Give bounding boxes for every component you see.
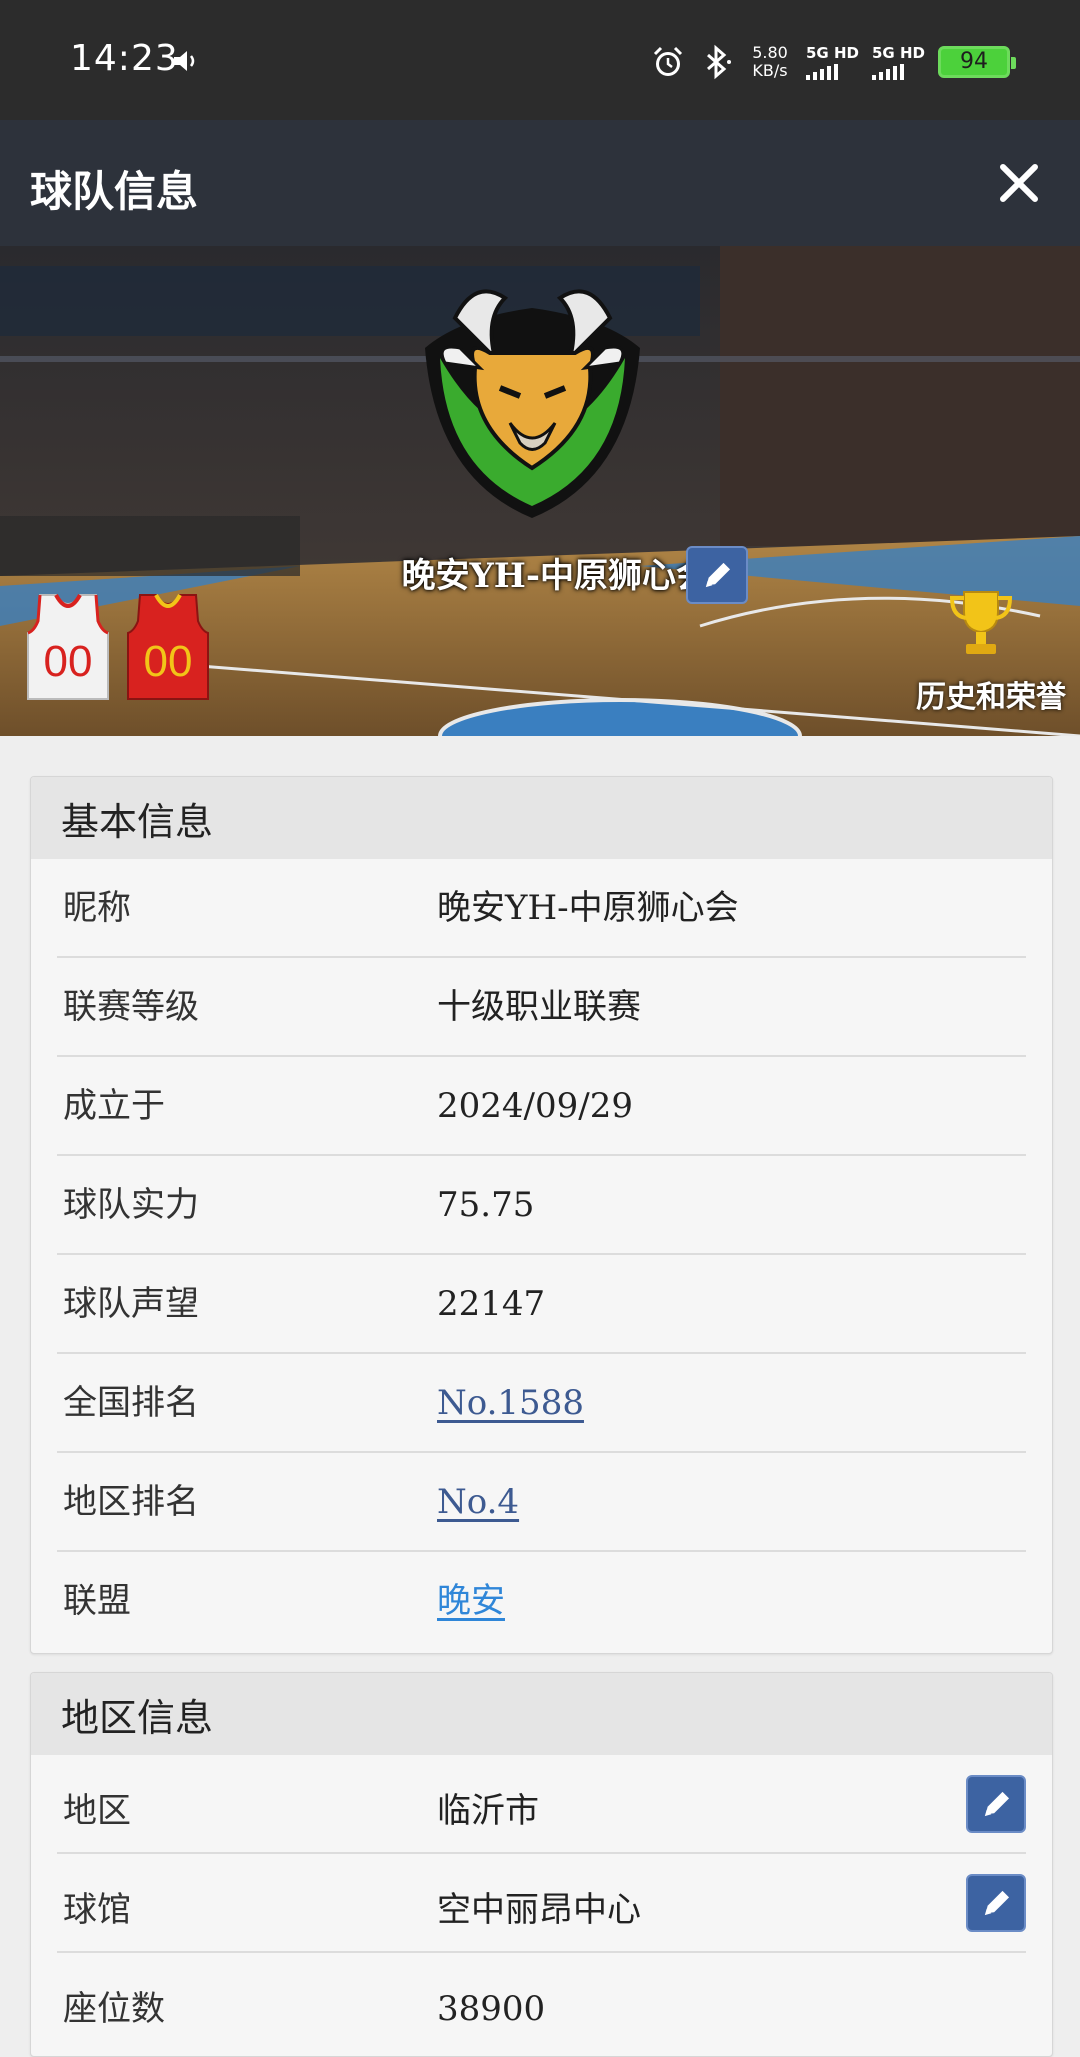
info-row-founded: 成立于 2024/09/29: [57, 1057, 1026, 1156]
edit-region-button[interactable]: [966, 1775, 1026, 1833]
info-row-seats: 座位数 38900: [57, 1953, 1026, 2052]
edit-arena-button[interactable]: [966, 1874, 1026, 1932]
row-label: 球队声望: [63, 1284, 199, 1324]
team-logo: [425, 289, 640, 518]
info-row-league-level: 联赛等级 十级职业联赛: [57, 958, 1026, 1057]
national-rank-link[interactable]: No.1588: [437, 1354, 584, 1452]
basic-info-section: 基本信息 昵称 晚安YH-中原狮心会 联赛等级 十级职业联赛 成立于 2024/…: [30, 776, 1053, 1654]
row-label: 地区: [63, 1791, 131, 1831]
signal-bars-icon: [806, 64, 838, 80]
trophy-icon[interactable]: [944, 586, 1018, 660]
row-label: 球馆: [63, 1890, 131, 1930]
row-label: 联盟: [63, 1581, 131, 1621]
pencil-icon: [984, 1890, 1010, 1916]
info-row-national-rank: 全国排名 No.1588: [57, 1354, 1026, 1453]
section-title: 地区信息: [31, 1673, 1052, 1755]
signal-bars-icon: [872, 64, 904, 80]
away-jersey-number: 00: [144, 637, 193, 686]
home-jersey-number: 00: [44, 637, 93, 686]
signal-sim2: 5G HD: [872, 44, 926, 80]
regional-rank-link[interactable]: No.4: [437, 1453, 519, 1551]
speaker-icon: [174, 51, 195, 71]
row-value: 临沂市: [437, 1791, 539, 1831]
region-info-section: 地区信息 地区 临沂市 球馆 空中丽昂中心 座位数 38900: [30, 1672, 1053, 2057]
status-time: 14:23: [70, 38, 179, 79]
info-row-strength: 球队实力 75.75: [57, 1156, 1026, 1255]
info-row-regional-rank: 地区排名 No.4: [57, 1453, 1026, 1552]
info-row-arena: 球馆 空中丽昂中心: [57, 1854, 1026, 1953]
row-value: 晚安YH-中原狮心会: [437, 888, 739, 928]
row-label: 座位数: [63, 1989, 165, 2029]
page-title: 球队信息: [30, 167, 199, 216]
alarm-icon: [653, 46, 683, 76]
status-bar: 14:23 5.80 KB/s 5G HD 5G HD 94: [0, 0, 1080, 120]
row-value: 75.75: [437, 1185, 535, 1225]
info-row-reputation: 球队声望 22147: [57, 1255, 1026, 1354]
row-label: 全国排名: [63, 1383, 199, 1423]
bluetooth-icon: [707, 44, 731, 80]
battery-indicator: 94: [938, 46, 1016, 78]
home-jersey-icon[interactable]: 00: [22, 591, 114, 701]
row-value: 十级职业联赛: [437, 987, 641, 1027]
row-label: 地区排名: [63, 1482, 199, 1522]
history-honor-link[interactable]: 历史和荣誉: [916, 672, 1066, 716]
info-row-region: 地区 临沂市: [57, 1755, 1026, 1854]
header-bar: 球队信息: [0, 120, 1080, 246]
row-value: 空中丽昂中心: [437, 1890, 641, 1930]
away-jersey-icon[interactable]: 00: [122, 591, 214, 701]
info-row-alliance: 联盟 晚安: [57, 1552, 1026, 1651]
info-row-nickname: 昵称 晚安YH-中原狮心会: [57, 859, 1026, 958]
row-label: 球队实力: [63, 1185, 199, 1225]
pencil-icon: [705, 562, 731, 588]
row-value: 22147: [437, 1284, 546, 1324]
close-icon[interactable]: [996, 160, 1042, 206]
status-icons: 5.80 KB/s 5G HD 5G HD 94: [650, 40, 1016, 84]
row-label: 联赛等级: [63, 987, 199, 1027]
row-label: 昵称: [63, 888, 131, 928]
alliance-link[interactable]: 晚安: [437, 1552, 505, 1650]
row-label: 成立于: [63, 1086, 165, 1126]
row-value: 38900: [437, 1989, 546, 2029]
team-banner: 晚安YH-中原狮心会 00 00 历史和荣誉: [0, 246, 1080, 736]
edit-team-name-button[interactable]: [686, 546, 748, 604]
pencil-icon: [984, 1791, 1010, 1817]
section-title: 基本信息: [31, 777, 1052, 859]
signal-sim1: 5G HD: [806, 44, 860, 80]
row-value: 2024/09/29: [437, 1086, 633, 1126]
network-speed: 5.80 KB/s: [752, 43, 788, 80]
team-name: 晚安YH-中原狮心会: [401, 556, 710, 596]
